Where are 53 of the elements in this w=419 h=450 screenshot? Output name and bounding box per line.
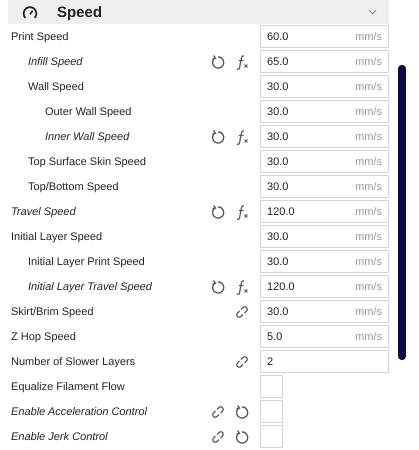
formula-icon[interactable] — [234, 278, 250, 294]
setting-label: Print Speed — [10, 30, 70, 42]
gauge-icon — [21, 4, 39, 20]
setting-label: Skirt/Brim Speed — [10, 306, 95, 318]
checkbox[interactable] — [260, 400, 283, 423]
input-field[interactable]: 30.0 mm/s — [260, 100, 389, 123]
input-field[interactable]: 5.0 mm/s — [260, 325, 389, 348]
reset-icon[interactable] — [234, 404, 250, 420]
setting-label: Wall Speed — [27, 80, 85, 92]
reset-icon[interactable] — [210, 128, 226, 144]
scrollbar[interactable] — [398, 65, 406, 360]
setting-label: Number of Slower Layers — [10, 356, 136, 368]
formula-icon[interactable] — [234, 204, 250, 220]
input-field[interactable]: 30.0 mm/s — [260, 300, 389, 323]
input-field[interactable]: 65.0 mm/s — [260, 50, 389, 73]
setting-label: Initial Layer Travel Speed — [27, 280, 154, 292]
input-field[interactable]: 30.0 mm/s — [260, 150, 389, 173]
setting-label: Travel Speed — [10, 206, 77, 218]
input-field[interactable]: 120.0 mm/s — [260, 200, 389, 223]
reset-icon[interactable] — [234, 428, 250, 444]
input-field[interactable]: 2 — [260, 350, 389, 373]
setting-label: Z Hop Speed — [10, 330, 77, 342]
link-icon[interactable] — [234, 304, 250, 320]
setting-label: Top/Bottom Speed — [27, 180, 120, 192]
reset-icon[interactable] — [210, 278, 226, 294]
input-field[interactable]: 30.0 mm/s — [260, 75, 389, 98]
link-icon[interactable] — [210, 404, 226, 420]
input-field[interactable]: 120.0 mm/s — [260, 275, 389, 298]
setting-label: Initial Layer Speed — [10, 230, 104, 242]
input-field[interactable]: 60.0 mm/s — [260, 25, 389, 48]
reset-icon[interactable] — [210, 204, 226, 220]
chevron-icon[interactable] — [368, 9, 377, 15]
setting-label: Equalize Filament Flow — [10, 380, 126, 392]
setting-label: Top Surface Skin Speed — [27, 156, 148, 168]
formula-icon[interactable] — [234, 54, 250, 70]
formula-icon[interactable] — [234, 128, 250, 144]
reset-icon[interactable] — [210, 54, 226, 70]
checkbox[interactable] — [260, 375, 283, 398]
setting-label: Enable Acceleration Control — [10, 406, 148, 418]
section-title: Speed — [57, 4, 104, 20]
input-field[interactable]: 30.0 mm/s — [260, 175, 389, 198]
checkbox[interactable] — [260, 425, 283, 448]
setting-label: Inner Wall Speed — [44, 130, 130, 142]
setting-label: Outer Wall Speed — [44, 106, 132, 118]
setting-label: Infill Speed — [27, 56, 84, 68]
input-field[interactable]: 30.0 mm/s — [260, 125, 389, 148]
link-icon[interactable] — [234, 354, 250, 370]
section-header[interactable]: Speed — [8, 0, 389, 24]
link-icon[interactable] — [210, 428, 226, 444]
input-field[interactable]: 30.0 mm/s — [260, 250, 389, 273]
setting-label: Initial Layer Print Speed — [27, 256, 146, 268]
input-field[interactable]: 30.0 mm/s — [260, 225, 389, 248]
setting-label: Enable Jerk Control — [10, 430, 109, 442]
